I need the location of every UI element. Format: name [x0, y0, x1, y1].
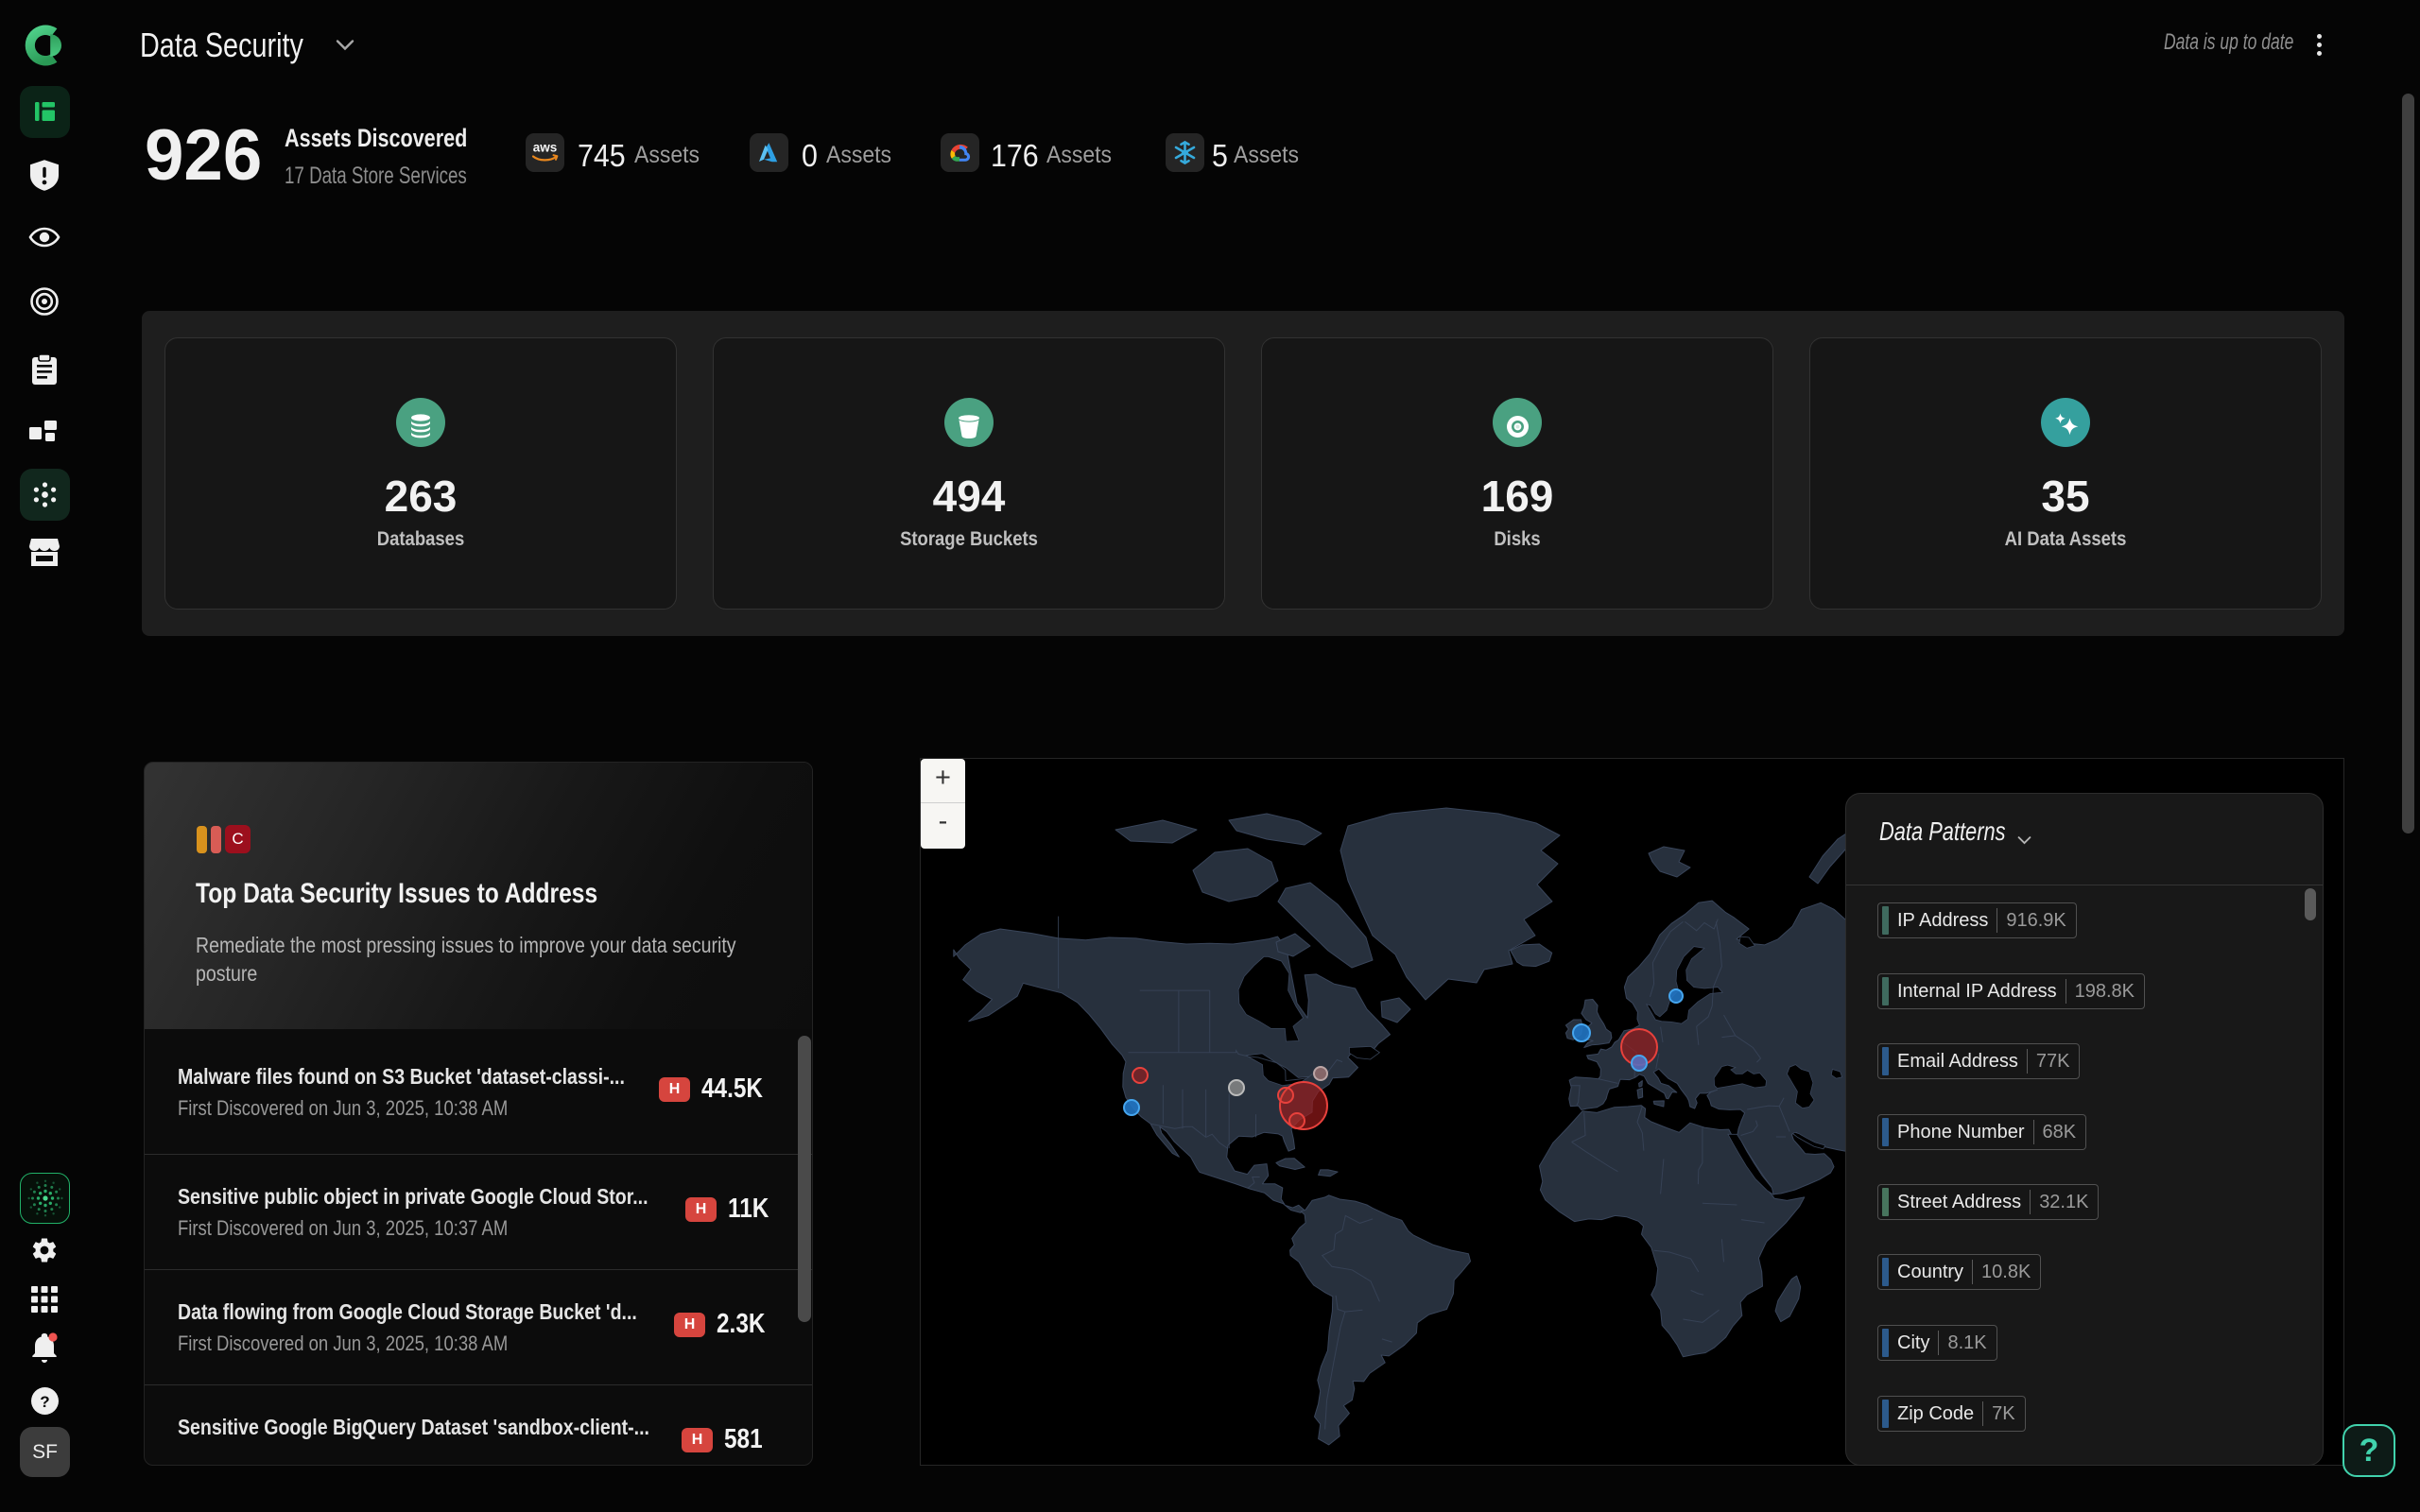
svg-text:?: ? [40, 1393, 49, 1411]
svg-text:aws: aws [533, 141, 558, 155]
